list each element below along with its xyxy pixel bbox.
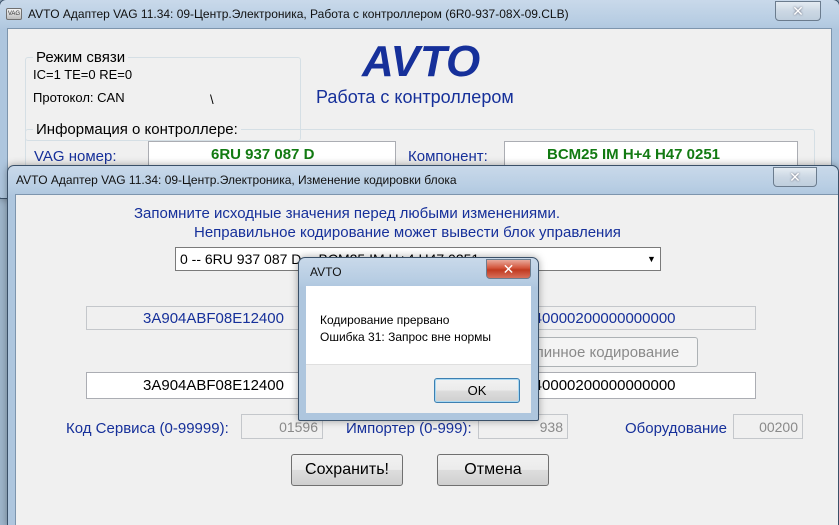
current-coding-left: 3A904ABF08E12400 [143, 309, 284, 327]
close-icon: ✕ [502, 260, 515, 277]
vag-number-label: VAG номер: [34, 148, 117, 165]
avto-logo: AVTO [362, 37, 481, 86]
page-subtitle: Работа с контроллером [316, 87, 514, 107]
ok-button-label: OK [467, 383, 487, 398]
main-window-title: AVTO Адаптер VAG 11.34: 09-Центр.Электро… [28, 6, 569, 21]
coding-window-title: AVTO Адаптер VAG 11.34: 09-Центр.Электро… [16, 172, 457, 187]
service-code-label: Код Сервиса (0-99999): [66, 420, 229, 437]
importer-value: 938 [539, 418, 563, 435]
warning-line-2: Неправильное кодирование может вывести б… [194, 224, 621, 241]
dialog-close-button[interactable]: ✕ [486, 259, 531, 279]
error-dialog: AVTO ✕ Кодирование прервано Ошибка 31: З… [298, 257, 539, 421]
coding-window-titlebar[interactable]: AVTO Адаптер VAG 11.34: 09-Центр.Электро… [8, 166, 838, 193]
protocol-label: Протокол: CAN [33, 90, 125, 105]
mode-params: IC=1 TE=0 RE=0 [33, 67, 133, 82]
cancel-button-label: Отмена [464, 461, 522, 478]
controller-info-caption: Информация о контроллере: [33, 121, 241, 138]
coding-close-button[interactable]: ✕ [773, 167, 817, 187]
importer-label: Импортер (0-999): [346, 420, 472, 437]
activity-spinner: \ [210, 92, 214, 107]
long-coding-button-label: Длинное кодирование [524, 343, 680, 361]
vag-number-value: 6RU 937 087 D [211, 145, 315, 163]
dialog-footer: OK [306, 364, 531, 413]
dialog-message-line-1: Кодирование прервано [320, 313, 450, 327]
ok-button[interactable]: OK [434, 378, 520, 403]
current-coding-right: 0040000200000000000 [517, 309, 676, 327]
save-button[interactable]: Сохранить! [291, 454, 403, 486]
equipment-value: 00200 [759, 418, 798, 435]
main-window-titlebar[interactable]: VAG AVTO Адаптер VAG 11.34: 09-Центр.Эле… [0, 0, 839, 27]
equipment-label: Оборудование [625, 420, 728, 437]
component-label: Компонент: [408, 148, 488, 165]
save-button-label: Сохранить! [305, 461, 389, 478]
warning-line-1: Запомните исходные значения перед любыми… [134, 205, 561, 222]
new-coding-left: 3A904ABF08E12400 [143, 377, 284, 394]
dialog-message-line-2: Ошибка 31: Запрос вне нормы [320, 330, 492, 344]
new-coding-right: 0040000200000000000 [517, 377, 676, 394]
main-close-button[interactable]: ✕ [775, 1, 821, 21]
equipment-field[interactable]: 00200 [733, 414, 803, 439]
close-icon: ✕ [792, 2, 804, 19]
cancel-button[interactable]: Отмена [437, 454, 549, 486]
chevron-down-icon: ▼ [647, 254, 656, 264]
mode-groupbox-caption: Режим связи [33, 49, 129, 66]
vag-number-field: 6RU 937 087 D [148, 141, 396, 167]
dialog-client: Кодирование прервано Ошибка 31: Запрос в… [306, 286, 531, 413]
dialog-title: AVTO [310, 264, 342, 279]
component-value: BCM25 IM H+4 H47 0251 [547, 145, 720, 163]
close-icon: ✕ [789, 168, 801, 185]
vag-app-icon: VAG [6, 7, 22, 20]
component-field: BCM25 IM H+4 H47 0251 [504, 141, 798, 167]
